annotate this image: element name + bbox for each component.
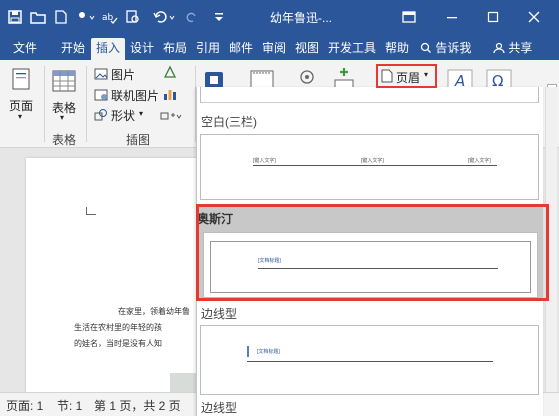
tell-me-label: 告诉我: [435, 41, 472, 55]
gallery-item-blank-three[interactable]: [键入文字] [键入文字] [键入文字]: [200, 134, 539, 200]
smartart-icon[interactable]: [160, 110, 182, 125]
status-page-count[interactable]: 第 1 页，共 2 页: [94, 397, 181, 414]
gallery-item-sideline[interactable]: [文档标题]: [200, 325, 539, 395]
new-doc-icon[interactable]: [52, 8, 70, 26]
chart-icon[interactable]: [163, 87, 177, 104]
tab-insert[interactable]: 插入: [91, 38, 125, 60]
gallery-section-blank-three: 空白(三栏): [201, 115, 257, 129]
customize-toolbar-icon[interactable]: [212, 8, 226, 26]
group-divider: [44, 66, 45, 142]
ribbon-display-options-icon[interactable]: [396, 6, 422, 28]
title-bar: ab 幼年鲁迅-...: [0, 0, 559, 34]
lightbulb-search-icon: [420, 42, 431, 53]
touch-mode-icon[interactable]: [74, 8, 98, 26]
tab-references[interactable]: 引用: [193, 38, 223, 60]
sideline-bar: [247, 346, 249, 357]
tab-home[interactable]: 开始: [56, 38, 90, 60]
gallery-item-previous[interactable]: [200, 87, 539, 103]
gallery-section-sideline: 边线型: [201, 307, 238, 321]
picture-icon[interactable]: [94, 68, 108, 83]
share-button[interactable]: 共享: [493, 38, 543, 60]
person-icon: [493, 42, 505, 54]
tab-mailings[interactable]: 邮件: [226, 38, 256, 60]
doc-line: 的娃名，当时是没有人知: [74, 339, 162, 348]
margin-mark: [86, 207, 96, 215]
illustrations-group-label: 插图: [126, 133, 151, 147]
chevron-down-icon[interactable]: ▾: [60, 113, 64, 122]
status-page[interactable]: 页面: 1: [6, 397, 43, 414]
gallery-section-sideline-2: 边线型: [201, 401, 238, 415]
print-preview-icon[interactable]: [124, 8, 142, 26]
save-icon[interactable]: [6, 8, 24, 26]
ribbon-tabs: 文件 开始 插入 设计 布局 引用 邮件 审阅 视图 开发工具 帮助 告诉我 共…: [0, 34, 559, 60]
tab-file[interactable]: 文件: [8, 38, 42, 60]
placeholder-right: [键入文字]: [468, 158, 491, 164]
online-picture-icon[interactable]: [94, 89, 108, 104]
spelling-check-icon[interactable]: ab: [101, 8, 119, 26]
pages-icon[interactable]: [12, 68, 30, 93]
tab-layout[interactable]: 布局: [160, 38, 190, 60]
tab-developer[interactable]: 开发工具: [325, 38, 379, 60]
placeholder-left: [键入文字]: [253, 158, 276, 164]
online-picture-button[interactable]: 联机图片: [111, 87, 159, 104]
doc-line: 在家里，领着幼年鲁: [118, 307, 190, 316]
shapes-icon[interactable]: [94, 109, 108, 124]
undo-icon[interactable]: [151, 8, 179, 26]
sideline-rule: [247, 361, 493, 362]
tab-design[interactable]: 设计: [127, 38, 157, 60]
share-label: 共享: [508, 41, 533, 55]
header-rule: [253, 165, 497, 166]
tab-view[interactable]: 视图: [292, 38, 322, 60]
sideline-title-placeholder: [文档标题]: [257, 349, 280, 355]
maximize-icon[interactable]: [480, 6, 506, 28]
chevron-down-icon[interactable]: ▾: [18, 112, 22, 121]
icons-icon[interactable]: [163, 65, 177, 82]
group-divider: [86, 66, 87, 142]
open-folder-icon[interactable]: [28, 8, 48, 26]
redo-icon[interactable]: [185, 8, 199, 26]
chevron-down-icon[interactable]: ▾: [139, 109, 143, 118]
austin-highlight: [196, 204, 549, 301]
doc-line: 生活在农村里的年轻的孩: [74, 323, 162, 332]
window-title: 幼年鲁迅-...: [270, 11, 332, 25]
header-button-highlight: [376, 64, 437, 88]
close-icon[interactable]: [521, 6, 547, 28]
tell-me-search[interactable]: 告诉我: [420, 38, 478, 60]
picture-button[interactable]: 图片: [111, 66, 135, 83]
tab-help[interactable]: 帮助: [382, 38, 412, 60]
shapes-button[interactable]: 形状: [111, 107, 135, 124]
placeholder-center: [键入文字]: [361, 158, 384, 164]
table-icon[interactable]: [52, 70, 76, 95]
tab-review[interactable]: 审阅: [259, 38, 289, 60]
minimize-icon[interactable]: [439, 6, 465, 28]
table-group-label: 表格: [52, 133, 77, 147]
status-section[interactable]: 节: 1: [57, 397, 82, 414]
